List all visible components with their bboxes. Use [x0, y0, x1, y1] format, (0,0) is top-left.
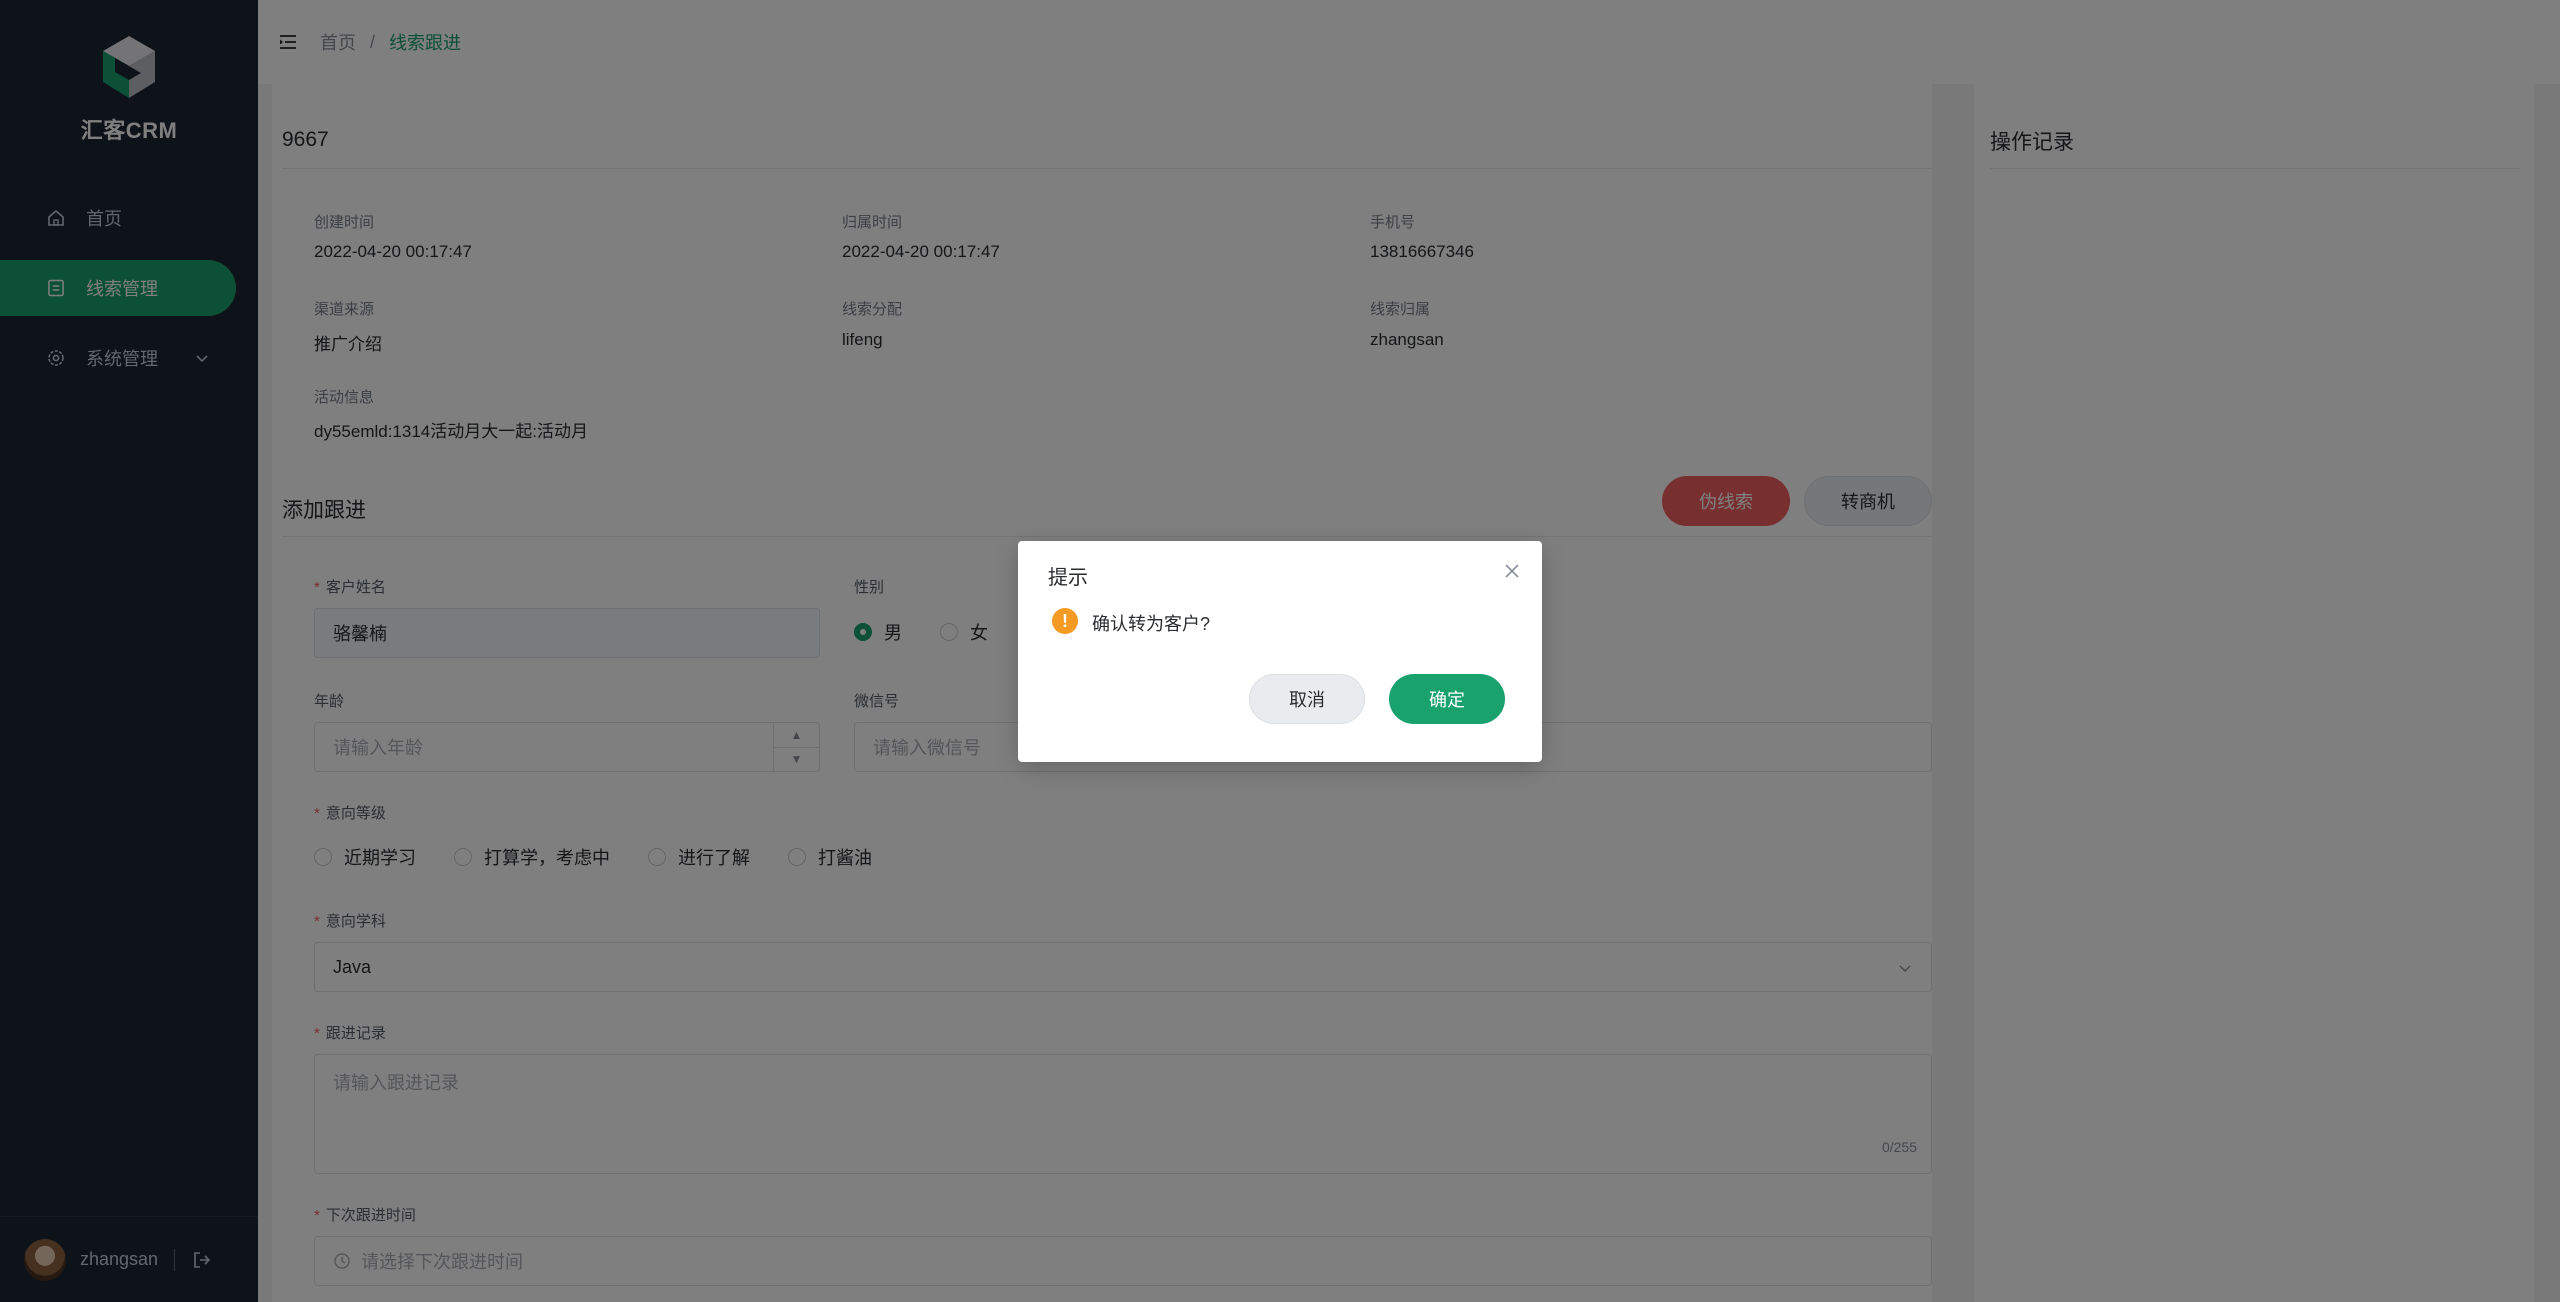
confirm-button[interactable]: 确定	[1389, 674, 1505, 724]
confirm-dialog: 提示 ! 确认转为客户? 取消 确定	[1018, 541, 1542, 762]
warning-icon: !	[1052, 608, 1078, 634]
cancel-button[interactable]: 取消	[1249, 674, 1365, 724]
dialog-title: 提示	[1048, 567, 1088, 589]
dialog-message: 确认转为客户?	[1092, 614, 1211, 634]
close-icon[interactable]	[1502, 561, 1522, 581]
